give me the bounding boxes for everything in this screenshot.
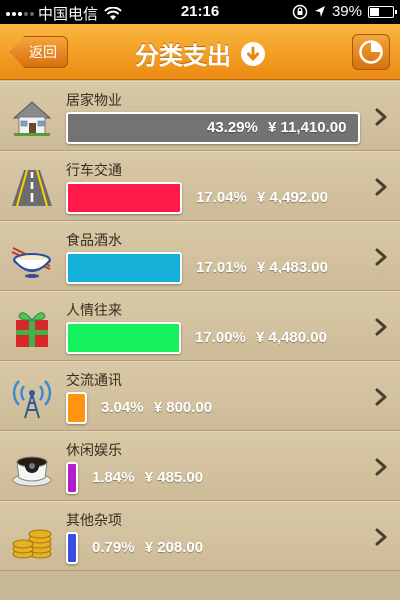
category-percent: 17.01% (196, 259, 247, 276)
house-icon (10, 96, 54, 140)
category-values: 17.00% ¥ 4,480.00 (195, 329, 327, 346)
category-amount: ¥ 11,410.00 (268, 119, 347, 136)
category-percent: 3.04% (101, 399, 144, 416)
arrow-down-circle-icon[interactable] (241, 41, 265, 66)
category-percent: 43.29% (207, 119, 258, 136)
rotation-lock-icon (292, 4, 308, 19)
category-percent: 0.79% (92, 539, 135, 556)
category-name: 居家物业 (66, 93, 122, 109)
category-percent: 17.00% (195, 329, 246, 346)
category-name: 食品酒水 (66, 233, 122, 249)
chevron-right-icon[interactable] (374, 108, 388, 126)
category-values: 0.79% ¥ 208.00 (92, 539, 203, 556)
road-icon (10, 166, 54, 210)
noodle-bowl-icon (10, 236, 54, 280)
category-row-5[interactable]: 交流通讯 3.04% ¥ 800.00 (0, 361, 400, 431)
category-amount: ¥ 4,480.00 (256, 329, 327, 346)
category-values: 17.01% ¥ 4,483.00 (196, 259, 328, 276)
pie-chart-icon (359, 40, 383, 64)
category-amount: ¥ 4,492.00 (257, 189, 328, 206)
category-name: 其他杂项 (66, 513, 122, 529)
category-row-2[interactable]: 行车交通 17.04% ¥ 4,492.00 (0, 151, 400, 221)
battery-percent: 39% (331, 3, 362, 20)
location-arrow-icon (314, 5, 325, 17)
category-amount: ¥ 208.00 (144, 539, 204, 556)
category-bar (66, 392, 87, 424)
category-name: 人情往来 (66, 303, 122, 319)
category-row-1[interactable]: 居家物业 43.29% ¥ 11,410.00 (0, 81, 400, 151)
category-name: 交流通讯 (66, 373, 122, 389)
category-row-6[interactable]: 休闲娱乐 1.84% ¥ 485.00 (0, 431, 400, 501)
gift-icon (10, 306, 54, 350)
pie-chart-button[interactable] (352, 34, 390, 70)
antenna-icon (10, 376, 54, 420)
category-row-7[interactable]: 其他杂项 0.79% ¥ 208.00 (0, 501, 400, 571)
page-title: 分类支出 (135, 42, 231, 70)
category-values: 17.04% ¥ 4,492.00 (196, 189, 328, 206)
category-amount: ¥ 485.00 (144, 469, 204, 486)
status-right: 39% (292, 3, 397, 20)
category-values: 1.84% ¥ 485.00 (92, 469, 203, 486)
category-list: 居家物业 43.29% ¥ 11,410.00 行车交通 17.04% ¥ 4,… (0, 81, 400, 571)
chevron-right-icon[interactable] (374, 318, 388, 336)
category-name: 行车交通 (66, 163, 122, 179)
category-bar (66, 532, 78, 564)
page-title-group[interactable]: 分类支出 (0, 36, 400, 71)
category-name: 休闲娱乐 (66, 443, 122, 459)
category-percent: 1.84% (92, 469, 135, 486)
category-bar (66, 462, 78, 494)
category-percent: 17.04% (196, 189, 247, 206)
category-bar (66, 252, 182, 284)
category-row-3[interactable]: 食品酒水 17.01% ¥ 4,483.00 (0, 221, 400, 291)
category-amount: ¥ 800.00 (153, 399, 213, 416)
coffee-cup-icon (10, 446, 54, 490)
chevron-right-icon[interactable] (374, 388, 388, 406)
status-bar: 中国电信 21:16 39% (0, 0, 400, 24)
category-amount: ¥ 4,483.00 (257, 259, 328, 276)
battery-icon (368, 5, 397, 18)
category-bar (66, 322, 181, 354)
category-values: 3.04% ¥ 800.00 (101, 399, 212, 416)
chevron-right-icon[interactable] (374, 248, 388, 266)
category-bar (66, 182, 182, 214)
chevron-right-icon[interactable] (374, 178, 388, 196)
nav-bar: 返回 分类支出 (0, 24, 400, 80)
chevron-right-icon[interactable] (374, 528, 388, 546)
chevron-right-icon[interactable] (374, 458, 388, 476)
coins-icon (10, 516, 54, 560)
category-values: 43.29% ¥ 11,410.00 (207, 119, 346, 136)
category-row-4[interactable]: 人情往来 17.00% ¥ 4,480.00 (0, 291, 400, 361)
